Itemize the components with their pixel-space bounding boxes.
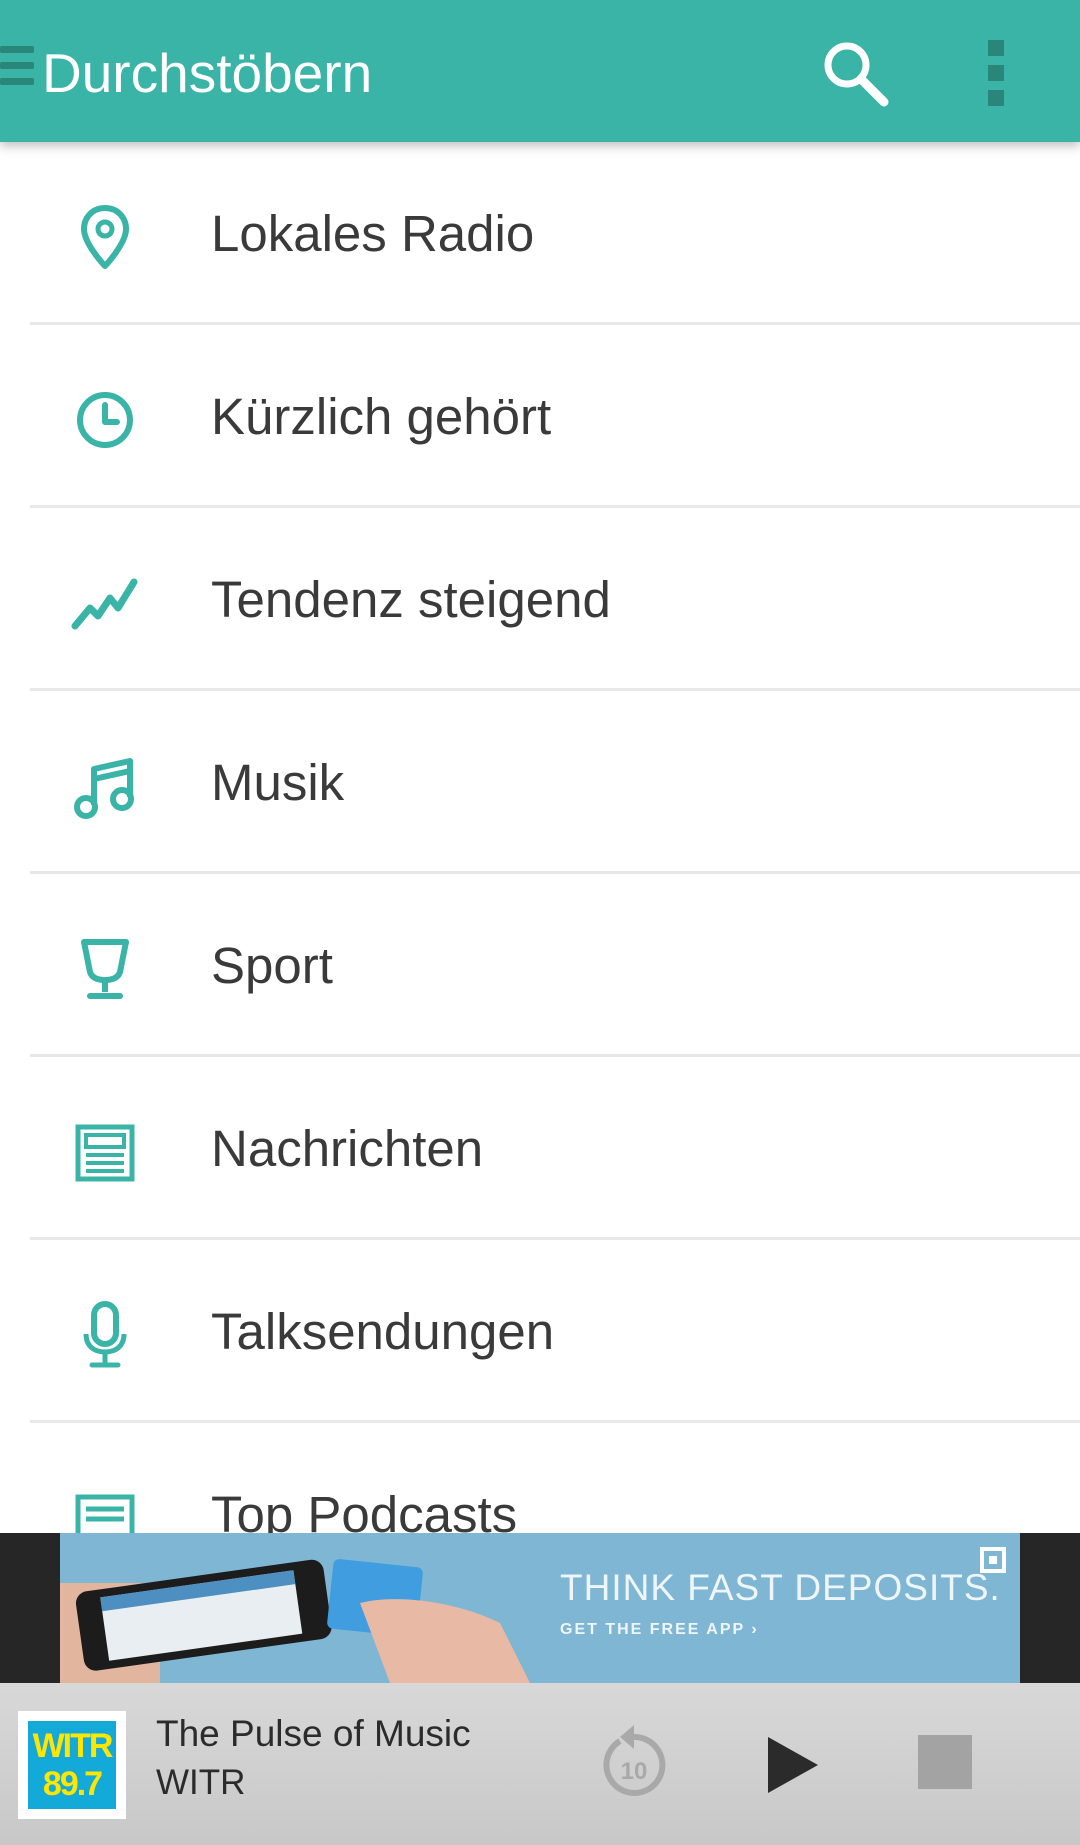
list-item-label: Tendenz steigend [211, 571, 611, 628]
list-item-label: Lokales Radio [211, 205, 535, 262]
microphone-icon [70, 1300, 140, 1370]
list-item-music[interactable]: Musik [0, 691, 1080, 874]
stop-icon[interactable] [918, 1735, 972, 1789]
location-pin-icon [70, 202, 140, 272]
player-station: WITR [156, 1763, 246, 1802]
music-note-icon [70, 751, 140, 821]
list-item-news[interactable]: Nachrichten [0, 1057, 1080, 1240]
list-item-label: Musik [211, 754, 345, 811]
ad-subline: GET THE FREE APP › [560, 1621, 759, 1638]
svg-text:10: 10 [621, 1758, 648, 1785]
rewind-10-icon[interactable]: 10 [598, 1723, 670, 1801]
page-title: Durchstöbern [42, 42, 373, 104]
list-item-label: Top Podcasts [211, 1486, 518, 1533]
trophy-icon [70, 934, 140, 1004]
mini-player[interactable]: WITR 89.7 The Pulse of Music WITR 10 [0, 1683, 1080, 1845]
clock-icon [70, 385, 140, 455]
ad-banner-container: THINK FAST DEPOSITS. GET THE FREE APP › [0, 1533, 1080, 1683]
ad-image [60, 1559, 530, 1683]
list-item-sport[interactable]: Sport [0, 874, 1080, 1057]
ad-choices-icon[interactable] [980, 1547, 1006, 1573]
ad-headline: THINK FAST DEPOSITS. [560, 1567, 1001, 1608]
list-item-top-podcasts[interactable]: Top Podcasts [0, 1423, 1080, 1533]
browse-list: Lokales Radio Kürzlich gehört Tendenz st… [0, 142, 1080, 1533]
app-bar: Durchstöbern [0, 0, 1080, 142]
newspaper-icon [70, 1117, 140, 1187]
list-item-label: Nachrichten [211, 1120, 484, 1177]
ad-banner[interactable]: THINK FAST DEPOSITS. GET THE FREE APP › [60, 1533, 1020, 1683]
more-vert-icon[interactable] [984, 40, 1008, 106]
list-item-talk-shows[interactable]: Talksendungen [0, 1240, 1080, 1423]
station-logo: WITR 89.7 [18, 1711, 126, 1819]
menu-icon[interactable] [0, 46, 34, 98]
podcast-icon [70, 1483, 140, 1533]
list-item-label: Kürzlich gehört [211, 388, 552, 445]
play-icon[interactable] [762, 1733, 822, 1797]
list-item-label: Talksendungen [211, 1303, 555, 1360]
search-icon[interactable] [820, 38, 890, 108]
trending-icon [70, 568, 140, 638]
list-item-local-radio[interactable]: Lokales Radio [0, 142, 1080, 325]
list-item-recently-heard[interactable]: Kürzlich gehört [0, 325, 1080, 508]
list-item-trending[interactable]: Tendenz steigend [0, 508, 1080, 691]
player-title: The Pulse of Music [156, 1713, 471, 1754]
list-item-label: Sport [211, 937, 333, 994]
